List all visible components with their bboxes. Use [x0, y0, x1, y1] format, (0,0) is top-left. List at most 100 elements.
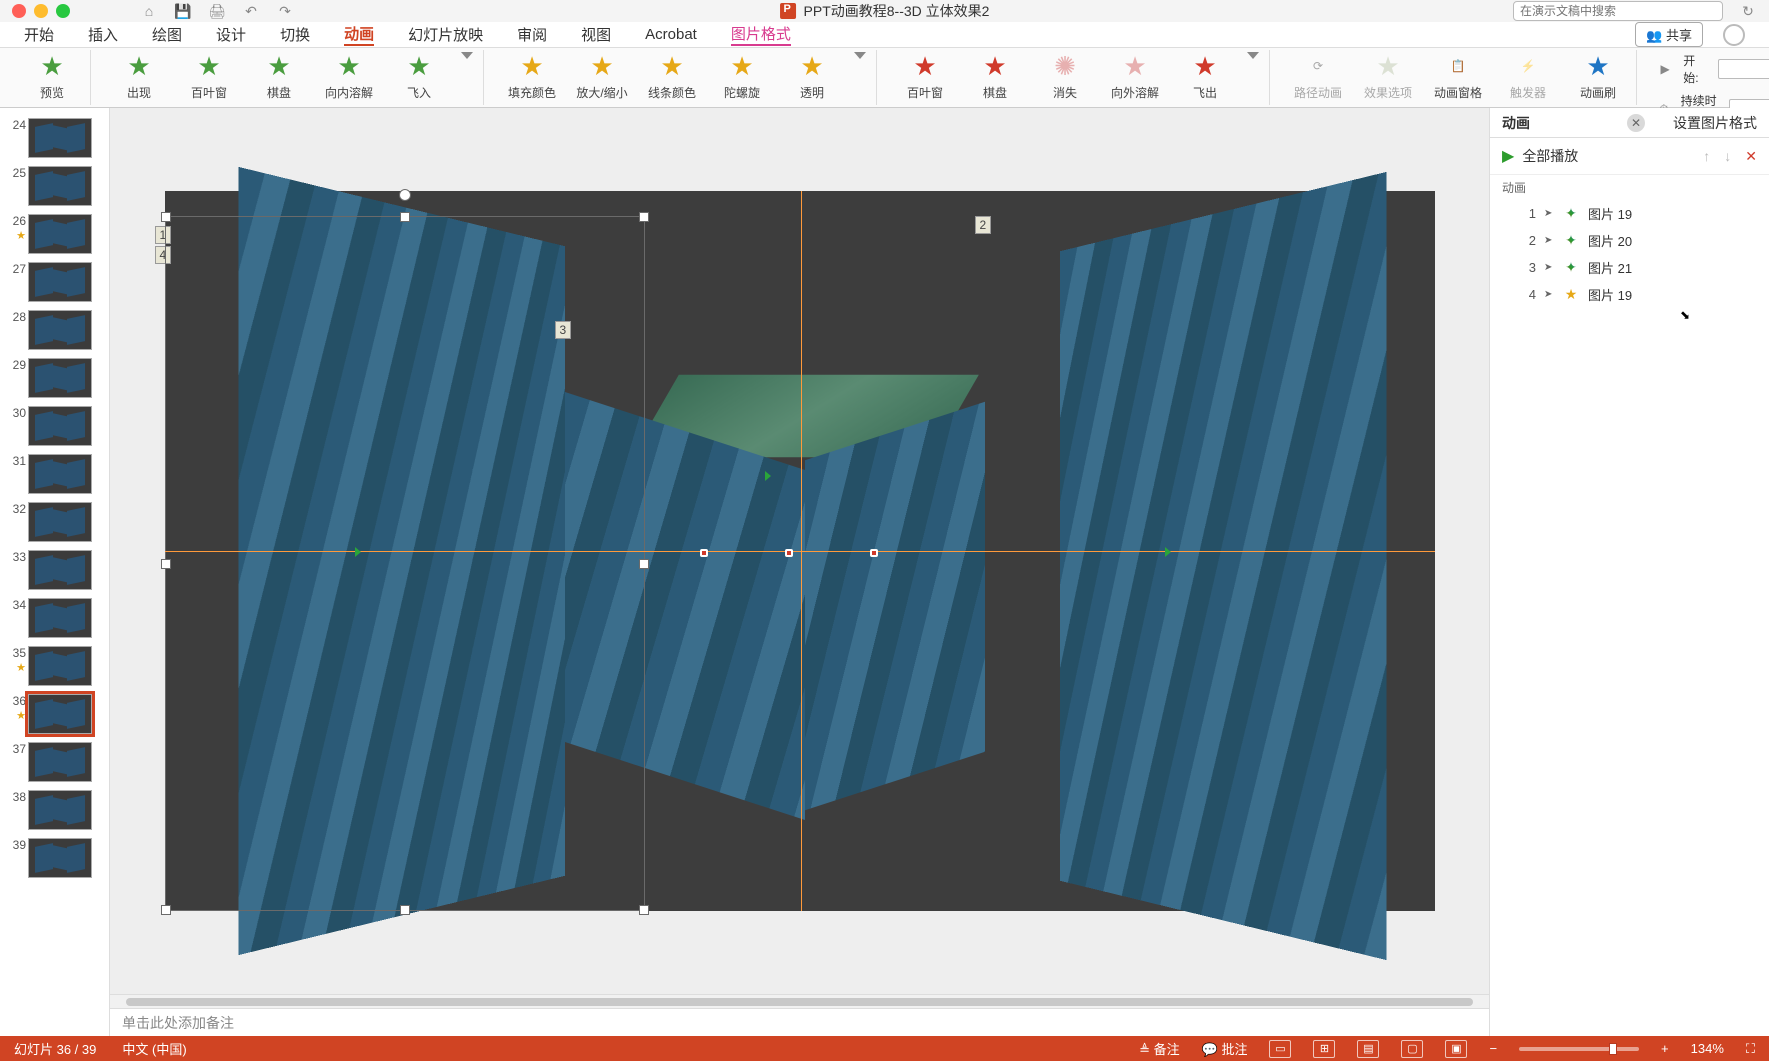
history-icon[interactable]: ↻ [1739, 2, 1757, 20]
move-up-icon[interactable]: ↑ [1703, 148, 1710, 165]
minimize-window-button[interactable] [34, 4, 48, 18]
play-all-icon[interactable]: ▶ [1502, 146, 1514, 166]
view-sorter-button[interactable]: ⊞ [1313, 1040, 1335, 1058]
emphasis-more-dropdown[interactable] [854, 52, 866, 59]
tab-design[interactable]: 设计 [216, 24, 246, 45]
print-icon[interactable]: 🖨 [208, 2, 226, 20]
animation-list[interactable]: 1➤✦图片 192➤✦图片 203➤✦图片 214➤★图片 19⬊ [1490, 200, 1769, 1036]
tab-view[interactable]: 视图 [581, 24, 611, 45]
view-reading-button[interactable]: ▤ [1357, 1040, 1379, 1058]
image-right[interactable] [1060, 172, 1386, 960]
effect-dissolve-out[interactable]: ★向外溶解 [1107, 52, 1163, 101]
effect-appear[interactable]: ★出现 [111, 52, 167, 101]
effect-fly-in[interactable]: ★飞入 [391, 52, 447, 101]
slide-thumb-29[interactable]: 29 [0, 354, 109, 402]
tab-draw[interactable]: 绘图 [152, 24, 182, 45]
view-normal-button[interactable]: ▭ [1269, 1040, 1291, 1058]
motion-path-start-2[interactable] [765, 471, 771, 481]
slide-thumb-26[interactable]: 26★ [0, 210, 109, 258]
close-window-button[interactable] [12, 4, 26, 18]
resize-handle-tr[interactable] [639, 212, 649, 222]
effect-blinds[interactable]: ★百叶窗 [181, 52, 237, 101]
task-tab-format[interactable]: 设置图片格式 [1673, 113, 1757, 133]
search-input[interactable] [1513, 1, 1723, 21]
tab-transitions[interactable]: 切换 [280, 24, 310, 45]
zoom-out-button[interactable]: − [1489, 1041, 1497, 1056]
share-button[interactable]: 👥 共享 [1635, 22, 1703, 47]
effect-disappear[interactable]: ✺消失 [1037, 52, 1093, 101]
view-slideshow-button[interactable]: ▢ [1401, 1040, 1423, 1058]
tab-review[interactable]: 审阅 [517, 24, 547, 45]
cube-right-face[interactable] [805, 402, 985, 810]
horizontal-scrollbar[interactable] [110, 994, 1489, 1008]
thumb-preview[interactable] [28, 838, 92, 878]
thumb-preview[interactable] [28, 310, 92, 350]
anim-list-item[interactable]: 3➤✦图片 21 [1490, 254, 1769, 281]
motion-path-button[interactable]: ⟳路径动画 [1290, 52, 1346, 101]
thumb-preview[interactable] [28, 358, 92, 398]
maximize-window-button[interactable] [56, 4, 70, 18]
effect-blinds-exit[interactable]: ★百叶窗 [897, 52, 953, 101]
thumb-preview[interactable] [28, 742, 92, 782]
resize-handle-bl[interactable] [161, 905, 171, 915]
thumb-preview[interactable] [28, 790, 92, 830]
slide-thumb-24[interactable]: 24 [0, 114, 109, 162]
tab-insert[interactable]: 插入 [88, 24, 118, 45]
thumb-preview[interactable] [28, 694, 92, 734]
start-dropdown[interactable] [1718, 59, 1769, 79]
thumb-preview[interactable] [28, 550, 92, 590]
thumb-preview[interactable] [28, 214, 92, 254]
play-all-label[interactable]: 全部播放 [1522, 146, 1578, 166]
thumb-preview[interactable] [28, 262, 92, 302]
task-tab-animation[interactable]: 动画 [1502, 113, 1530, 133]
selection-handles[interactable] [165, 216, 645, 911]
redo-icon[interactable]: ↷ [276, 2, 294, 20]
comments-toggle[interactable]: 💬 批注 [1202, 1039, 1248, 1058]
language-indicator[interactable]: 中文 (中国) [122, 1039, 186, 1058]
animation-pane-button[interactable]: 📋动画窗格 [1430, 52, 1486, 101]
home-icon[interactable]: ⌂ [140, 2, 158, 20]
motion-path-end-2[interactable] [785, 549, 793, 557]
slide-thumb-27[interactable]: 27 [0, 258, 109, 306]
motion-path-end-1[interactable] [700, 549, 708, 557]
slide-thumb-32[interactable]: 32 [0, 498, 109, 546]
motion-path-start-3[interactable] [1165, 547, 1171, 557]
effect-fly-out[interactable]: ★飞出 [1177, 52, 1233, 101]
resize-handle-bm[interactable] [400, 905, 410, 915]
delete-anim-icon[interactable]: ✕ [1745, 148, 1757, 165]
resize-handle-tl[interactable] [161, 212, 171, 222]
tab-picture-format[interactable]: 图片格式 [731, 23, 791, 46]
anim-list-item[interactable]: 4➤★图片 19 [1490, 281, 1769, 308]
notes-toggle[interactable]: ≜ 备注 [1139, 1039, 1180, 1058]
zoom-in-button[interactable]: + [1661, 1041, 1669, 1056]
resize-handle-mr[interactable] [639, 559, 649, 569]
tab-animations[interactable]: 动画 [344, 23, 374, 46]
tab-acrobat[interactable]: Acrobat [645, 26, 697, 43]
slide-thumb-39[interactable]: 39 [0, 834, 109, 882]
undo-icon[interactable]: ↶ [242, 2, 260, 20]
slide-thumb-35[interactable]: 35★ [0, 642, 109, 690]
thumb-preview[interactable] [28, 502, 92, 542]
resize-handle-tm[interactable] [400, 212, 410, 222]
anim-list-item[interactable]: 1➤✦图片 19 [1490, 200, 1769, 227]
slide-thumb-33[interactable]: 33 [0, 546, 109, 594]
effect-dissolve-in[interactable]: ★向内溶解 [321, 52, 377, 101]
effect-checker-exit[interactable]: ★棋盘 [967, 52, 1023, 101]
thumb-preview[interactable] [28, 646, 92, 686]
slide-thumb-37[interactable]: 37 [0, 738, 109, 786]
effect-spin[interactable]: ★陀螺旋 [714, 52, 770, 101]
thumb-preview[interactable] [28, 406, 92, 446]
slide-thumb-36[interactable]: 36★ [0, 690, 109, 738]
thumb-preview[interactable] [28, 166, 92, 206]
slide-thumb-38[interactable]: 38 [0, 786, 109, 834]
slide-thumb-31[interactable]: 31 [0, 450, 109, 498]
motion-path-start[interactable] [355, 547, 361, 557]
effect-grow-shrink[interactable]: ★放大/缩小 [574, 52, 630, 101]
anim-list-item[interactable]: 2➤✦图片 20 [1490, 227, 1769, 254]
effect-line-color[interactable]: ★线条颜色 [644, 52, 700, 101]
animation-painter-button[interactable]: ★动画刷 [1570, 52, 1626, 101]
slide-thumbnails-panel[interactable]: 242526★272829303132333435★36★373839 [0, 108, 110, 1036]
view-presenter-button[interactable]: ▣ [1445, 1040, 1467, 1058]
zoom-slider[interactable] [1519, 1047, 1639, 1051]
slide-thumb-28[interactable]: 28 [0, 306, 109, 354]
